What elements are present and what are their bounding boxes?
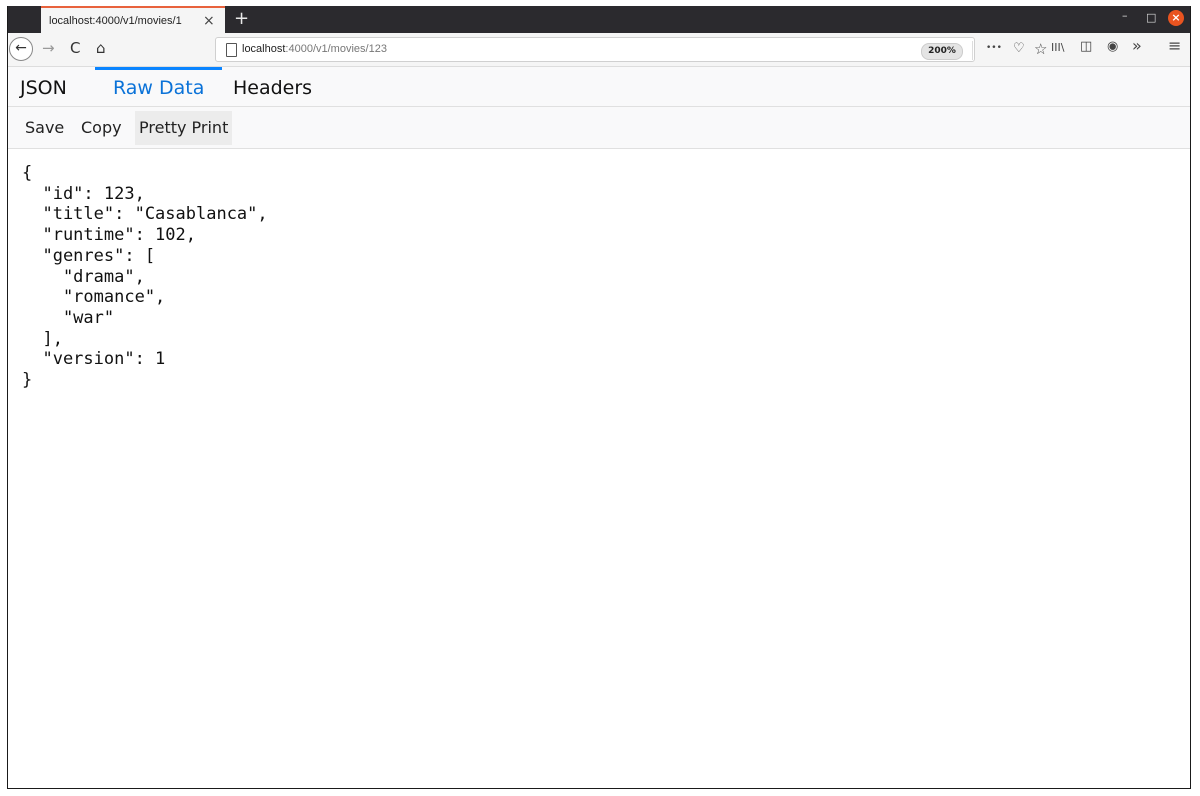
url-path: :4000/v1/movies/123	[285, 43, 387, 55]
pretty-print-button[interactable]: Pretty Print	[135, 111, 233, 145]
home-button[interactable]: ⌂	[96, 39, 106, 57]
navigation-toolbar: ← → C ⌂ localhost:4000/v1/movies/123 200…	[8, 33, 1190, 67]
url-bar[interactable]: localhost:4000/v1/movies/123 200% ••• ♡ …	[215, 37, 1047, 62]
tab-title: localhost:4000/v1/movies/1	[49, 14, 182, 27]
overflow-menu-icon[interactable]: »	[1132, 36, 1142, 55]
page-icon	[226, 43, 237, 57]
tab-json[interactable]: JSON	[20, 67, 67, 107]
minimize-button[interactable]: –	[1122, 9, 1128, 22]
page-actions-icon[interactable]: •••	[986, 43, 1002, 53]
bookmark-star-icon[interactable]: ☆	[1034, 40, 1047, 58]
copy-button[interactable]: Copy	[77, 111, 126, 145]
title-bar: localhost:4000/v1/movies/1 × + – □ ×	[8, 6, 1190, 33]
back-button[interactable]: ←	[9, 37, 33, 61]
library-icon[interactable]: III\	[1051, 41, 1064, 54]
tab-raw-data[interactable]: Raw Data	[95, 67, 223, 110]
json-viewer-tabs: JSON Raw Data Headers	[8, 67, 1190, 107]
tab-headers[interactable]: Headers	[233, 67, 312, 107]
tab-close-icon[interactable]: ×	[203, 13, 215, 29]
url-host: localhost	[242, 43, 286, 55]
maximize-button[interactable]: □	[1146, 11, 1156, 24]
sidebar-icon[interactable]: ◫	[1080, 39, 1092, 54]
browser-window: localhost:4000/v1/movies/1 × + – □ × ← →…	[7, 6, 1191, 789]
zoom-level-badge[interactable]: 200%	[921, 43, 963, 60]
reload-button[interactable]: C	[70, 39, 80, 57]
account-icon[interactable]: ◉	[1107, 39, 1118, 54]
close-window-button[interactable]: ×	[1168, 10, 1184, 26]
save-button[interactable]: Save	[21, 111, 68, 145]
raw-data-toolbar: Save Copy Pretty Print	[8, 107, 1190, 149]
hamburger-menu-icon[interactable]: ≡	[1168, 36, 1181, 55]
url-text[interactable]: localhost:4000/v1/movies/123	[242, 43, 387, 55]
raw-json-content: { "id": 123, "title": "Casablanca", "run…	[22, 163, 268, 391]
url-separator	[972, 41, 973, 60]
forward-button[interactable]: →	[42, 39, 55, 57]
new-tab-button[interactable]: +	[234, 8, 249, 29]
browser-tab[interactable]: localhost:4000/v1/movies/1 ×	[41, 6, 225, 33]
pocket-icon[interactable]: ♡	[1013, 41, 1025, 56]
